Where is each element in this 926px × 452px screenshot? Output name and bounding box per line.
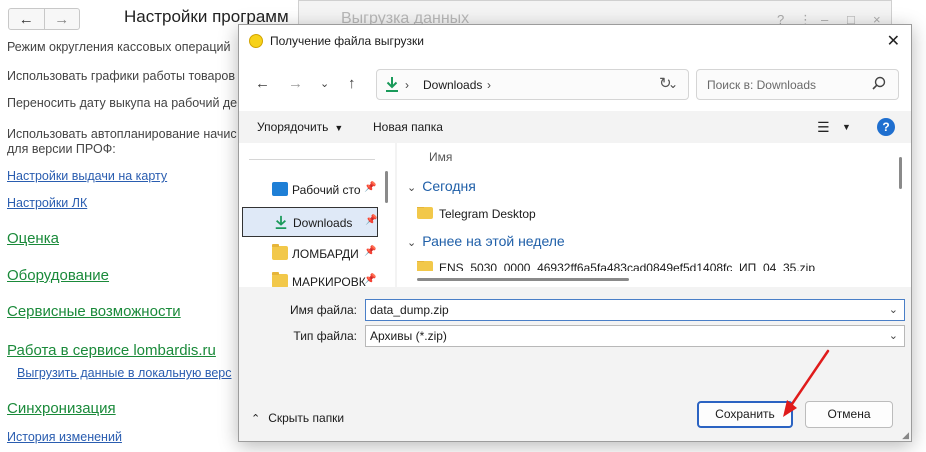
forward-arrow-icon[interactable]: →	[43, 9, 80, 29]
setting-schedules-label: Использовать графики работы товаров	[7, 69, 236, 83]
caret-down-icon[interactable]: ▼	[842, 122, 851, 132]
organize-menu-button[interactable]: Упорядочить ▼	[257, 120, 343, 134]
screen: ← → Настройки программ Режим округления …	[0, 0, 926, 452]
group-label: Сегодня	[422, 178, 476, 194]
up-arrow-icon[interactable]: ↑	[348, 75, 356, 92]
caret-down-icon: ▼	[334, 123, 344, 133]
export-local-link[interactable]: Выгрузить данные в локальную верс	[17, 366, 231, 380]
pin-icon: 📌	[364, 274, 377, 285]
chevron-down-icon[interactable]: ⌄	[889, 303, 898, 316]
change-history-link[interactable]: История изменений	[7, 430, 122, 444]
chevron-down-icon: ⌄	[407, 182, 417, 194]
nav-item-lombardi[interactable]: ЛОМБАРДИ 📌	[242, 239, 378, 269]
nav-item-downloads[interactable]: Downloads 📌	[242, 207, 378, 237]
lk-settings-link[interactable]: Настройки ЛК	[7, 196, 87, 210]
chevron-down-icon[interactable]: ⌄	[889, 329, 898, 342]
divider	[249, 159, 375, 160]
dialog-title: Получение файла выгрузки	[270, 34, 424, 48]
setting-autoplan-sub-label: для версии ПРОФ:	[7, 142, 116, 156]
back-arrow-icon[interactable]: ←	[255, 75, 270, 92]
address-bar[interactable]: › Downloads › ⌄	[376, 69, 689, 100]
navigation-pane: Рабочий сто 📌 Downloads 📌 ЛОМБАРДИ 📌 МАР…	[239, 143, 395, 289]
filename-field[interactable]: data_dump.zip ⌄	[365, 299, 905, 321]
nav-item-desktop[interactable]: Рабочий сто 📌	[242, 175, 378, 205]
filetype-value: Архивы (*.zip)	[370, 329, 447, 343]
section-lombardis-link[interactable]: Работа в сервисе lombardis.ru	[7, 342, 216, 359]
nav-item-label: Рабочий сто	[292, 183, 361, 197]
dialog-titlebar: Получение файла выгрузки ✕	[239, 25, 911, 57]
forward-arrow-icon[interactable]: →	[288, 75, 303, 92]
nav-item-label: ЛОМБАРДИ	[292, 247, 359, 261]
section-equipment-link[interactable]: Оборудование	[7, 267, 109, 284]
chevron-up-icon: ⌃	[251, 413, 261, 425]
filetype-label: Тип файла:	[293, 329, 357, 343]
annotation-arrow	[783, 349, 830, 417]
breadcrumb-chevron-icon[interactable]: ›	[487, 78, 491, 92]
card-payout-settings-link[interactable]: Настройки выдачи на карту	[7, 169, 167, 183]
vertical-scrollbar[interactable]	[899, 157, 902, 189]
filename-label: Имя файла:	[290, 303, 357, 317]
chevron-down-icon: ⌄	[407, 237, 417, 249]
resize-grip-icon[interactable]: ◢	[902, 430, 909, 441]
organize-label: Упорядочить	[257, 120, 329, 134]
address-path[interactable]: Downloads	[423, 78, 482, 92]
file-name: Telegram Desktop	[439, 207, 536, 221]
list-item[interactable]: Telegram Desktop	[417, 207, 857, 221]
back-arrow-icon[interactable]: ←	[9, 9, 44, 29]
search-icon	[872, 76, 886, 90]
horizontal-scrollbar[interactable]	[417, 278, 629, 281]
refresh-icon[interactable]: ↻	[659, 74, 672, 92]
folder-icon	[272, 244, 288, 260]
setting-move-date-label: Переносить дату выкупа на рабочий де	[7, 96, 238, 110]
section-appraisal-link[interactable]: Оценка	[7, 230, 59, 247]
list-item[interactable]: ENS_5030_0000_46932ff6a5fa483cad0849ef5d…	[417, 261, 857, 271]
search-placeholder: Поиск в: Downloads	[707, 78, 816, 92]
download-icon	[386, 77, 398, 92]
section-sync-link[interactable]: Синхронизация	[7, 400, 116, 417]
desktop-icon	[272, 182, 288, 196]
new-folder-button[interactable]: Новая папка	[373, 120, 443, 134]
nav-item-label: Downloads	[293, 216, 353, 230]
view-options-icon[interactable]: ☰	[817, 119, 830, 136]
pin-icon: 📌	[364, 182, 377, 193]
filetype-select[interactable]: Архивы (*.zip) ⌄	[365, 325, 905, 347]
file-name: ENS_5030_0000_46932ff6a5fa483cad0849ef5d…	[439, 261, 816, 271]
filename-value: data_dump.zip	[370, 303, 449, 317]
group-label: Ранее на этой неделе	[422, 233, 565, 249]
setting-autoplan-label: Использовать автопланирование начис	[7, 127, 237, 141]
file-list: Имя ⌄ Сегодня Telegram Desktop ⌄ Ранее на …	[397, 143, 911, 287]
folder-icon	[272, 272, 288, 288]
download-icon	[275, 215, 287, 229]
setting-rounding-label: Режим округления кассовых операций	[7, 40, 231, 54]
pin-icon: 📌	[364, 246, 377, 257]
group-header-this-week[interactable]: ⌄ Ранее на этой неделе	[407, 233, 565, 249]
zip-folder-icon	[417, 261, 433, 271]
hide-folders-button[interactable]: ⌃ Скрыть папки	[251, 411, 344, 425]
section-service-link[interactable]: Сервисные возможности	[7, 303, 181, 320]
hide-folders-label: Скрыть папки	[268, 411, 345, 425]
pin-icon: 📌	[365, 215, 378, 226]
scrollbar[interactable]	[385, 171, 388, 203]
recent-locations-chevron-icon[interactable]: ⌄	[320, 77, 329, 90]
address-row: ← → ⌄ ↑ › Downloads › ⌄ ↻ Поиск в: Downl…	[239, 57, 911, 111]
history-nav: ← →	[8, 8, 80, 30]
command-bar: Упорядочить ▼ Новая папка ☰ ▼ ?	[239, 111, 911, 143]
help-icon[interactable]: ?	[877, 118, 895, 136]
breadcrumb-chevron-icon[interactable]: ›	[405, 78, 409, 92]
folder-icon	[417, 207, 433, 219]
group-header-today[interactable]: ⌄ Сегодня	[407, 178, 476, 194]
app-icon	[249, 34, 263, 48]
search-input[interactable]: Поиск в: Downloads	[696, 69, 899, 100]
column-header-name[interactable]: Имя	[429, 150, 452, 164]
close-icon[interactable]: ✕	[887, 31, 900, 51]
